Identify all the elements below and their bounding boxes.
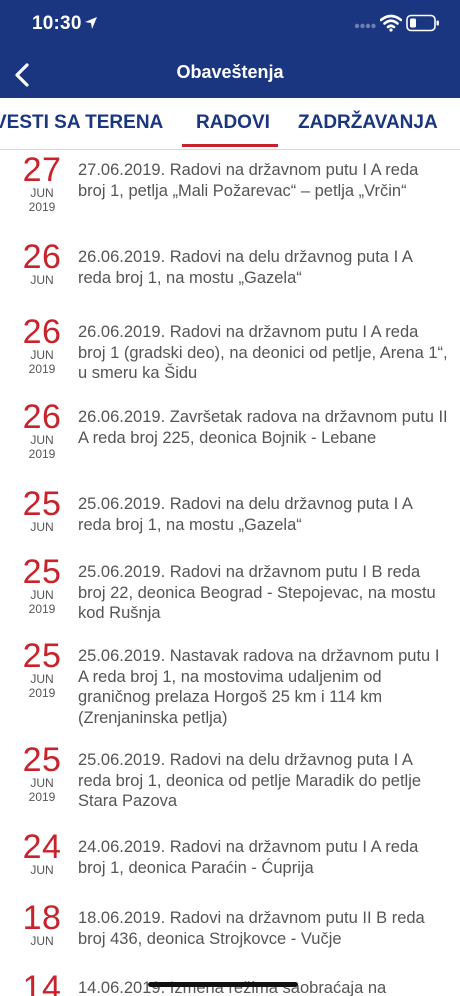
- notice-text: 25.06.2019. Radovi na delu državnog puta…: [78, 751, 422, 810]
- notice-text: 25.06.2019. Radovi na državnom putu I B …: [78, 563, 436, 622]
- cellular-signal-icon: [354, 23, 376, 29]
- location-arrow-icon: [85, 17, 97, 29]
- tab-radovi[interactable]: RADOVI: [196, 112, 270, 134]
- notice-year: 2019: [28, 447, 56, 461]
- notice-date: 25 JUN 2019: [16, 552, 68, 616]
- notice-day: 24: [22, 828, 62, 866]
- notice-date: 25 JUN 2019: [16, 636, 68, 700]
- active-tab-indicator: [182, 144, 278, 147]
- notice-date: 18 JUN: [16, 898, 68, 948]
- notice-year: 2019: [28, 686, 56, 700]
- notice-date: 24 JUN: [16, 827, 68, 877]
- home-indicator[interactable]: [148, 982, 298, 987]
- battery-icon: [406, 14, 439, 32]
- notice-date: 27 JUN 2019: [16, 150, 68, 214]
- notice-day: 25: [22, 485, 62, 523]
- notice-year: 2019: [28, 790, 56, 804]
- notice-date: 26 JUN 2019: [16, 397, 68, 461]
- status-time: 10:30: [32, 13, 82, 34]
- notice-text: 27.06.2019. Radovi na državnom putu I A …: [78, 161, 419, 200]
- notice-date: 26 JUN 2019: [16, 312, 68, 376]
- tab-zadrzavanja[interactable]: ZADRŽAVANJA: [298, 112, 438, 134]
- notice-day: 14: [22, 969, 62, 996]
- notice-year: 2019: [28, 362, 56, 376]
- notice-day: 27: [22, 151, 62, 189]
- notice-text: 25.06.2019. Nastavak radova na državnom …: [78, 647, 440, 727]
- notice-year: 2019: [28, 200, 56, 214]
- notice-day: 26: [22, 313, 62, 351]
- notice-date: 25 JUN 2019: [16, 740, 68, 804]
- notice-day: 25: [22, 741, 62, 779]
- app-header: 10:30 Obaveštenja: [0, 0, 460, 98]
- notice-day: 26: [22, 238, 62, 276]
- notice-date: 25 JUN: [16, 484, 68, 534]
- tab-vesti-sa-terena[interactable]: VESTI SA TERENA: [0, 112, 163, 134]
- notice-text: 26.06.2019. Radovi na državnom putu I A …: [78, 323, 448, 382]
- notice-text: 26.06.2019. Radovi na delu državnog puta…: [78, 248, 412, 287]
- notice-day: 25: [22, 637, 62, 675]
- notice-text: 26.06.2019. Završetak radova na državnom…: [78, 408, 448, 447]
- notice-text: 18.06.2019. Radovi na državnom putu II B…: [78, 909, 425, 948]
- page-title: Obaveštenja: [176, 62, 284, 82]
- notice-year: 2019: [28, 602, 56, 616]
- notice-date: 26 JUN: [16, 237, 68, 287]
- wifi-icon: [380, 14, 402, 32]
- notice-date: 14: [16, 968, 68, 996]
- notice-day: 18: [22, 899, 62, 937]
- notice-day: 25: [22, 553, 62, 591]
- status-bar: 10:30: [0, 0, 460, 50]
- notice-text: 24.06.2019. Radovi na državnom putu I A …: [78, 838, 419, 877]
- notice-text: 25.06.2019. Radovi na delu državnog puta…: [78, 495, 412, 534]
- notice-day: 26: [22, 398, 62, 436]
- tab-bar: VESTI SA TERENA RADOVI ZADRŽAVANJA: [0, 98, 460, 150]
- notice-text: 14.06.2019. Izmena režima saobraćaja na: [78, 979, 387, 996]
